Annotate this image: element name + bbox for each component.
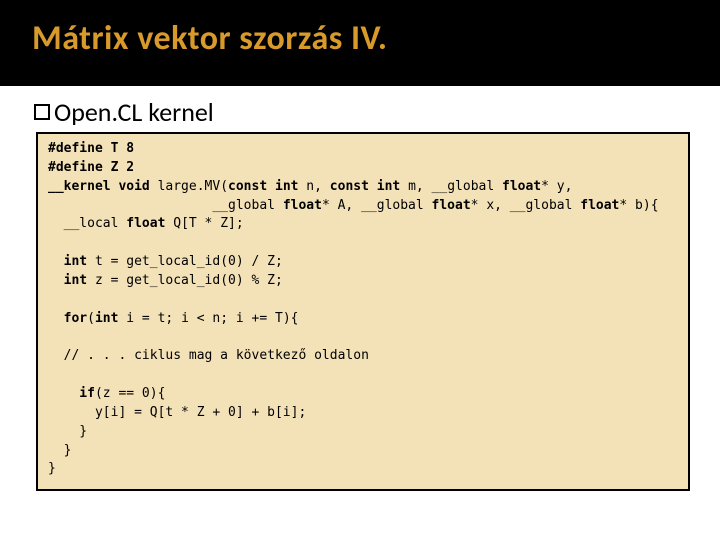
code-text: * y, [541, 179, 572, 194]
code-text: } [48, 424, 87, 439]
code-kw: float [432, 198, 471, 213]
code-kw: float [126, 216, 165, 231]
code-text: * b){ [619, 198, 658, 213]
code-kw: float [283, 198, 322, 213]
code-text: Q[T * Z]; [165, 216, 243, 231]
code-kw: int [48, 254, 87, 269]
code-text: n, [298, 179, 329, 194]
code-text: * A, __global [322, 198, 432, 213]
code-comment: // . . . ciklus mag a következő oldalon [48, 348, 369, 363]
code-text: __global [48, 198, 283, 213]
square-bullet-icon [34, 104, 50, 120]
subtitle-line: Open.CL kernel [34, 96, 688, 128]
code-kw: const int [330, 179, 400, 194]
code-kw: int [48, 273, 87, 288]
code-text: __local [48, 216, 126, 231]
code-text: z = get_local_id(0) % Z; [87, 273, 283, 288]
code-line: #define Z 2 [48, 160, 134, 175]
code-kw: float [502, 179, 541, 194]
code-kw: const int [228, 179, 298, 194]
code-text: large.MV( [150, 179, 228, 194]
code-block: #define T 8 #define Z 2 __kernel void la… [36, 132, 690, 491]
code-text: * x, __global [471, 198, 581, 213]
code-text: m, __global [400, 179, 502, 194]
code-kw: for [48, 311, 87, 326]
code-kw: if [48, 386, 95, 401]
code-text: t = get_local_id(0) / Z; [87, 254, 283, 269]
code-text: ( [87, 311, 95, 326]
title-bar: Mátrix vektor szorzás IV. [0, 0, 720, 86]
code-kw: float [580, 198, 619, 213]
content-area: Open.CL kernel #define T 8 #define Z 2 _… [0, 86, 720, 491]
code-text: } [48, 443, 71, 458]
subtitle-text: Open.CL kernel [54, 96, 214, 128]
code-text: i = t; i < n; i += T){ [118, 311, 298, 326]
slide-title: Mátrix vektor szorzás IV. [32, 18, 720, 59]
code-kw: __kernel void [48, 179, 150, 194]
code-text: } [48, 461, 56, 476]
code-line: #define T 8 [48, 141, 134, 156]
code-text: y[i] = Q[t * Z + 0] + b[i]; [48, 405, 306, 420]
code-text: (z == 0){ [95, 386, 165, 401]
code-kw: int [95, 311, 118, 326]
